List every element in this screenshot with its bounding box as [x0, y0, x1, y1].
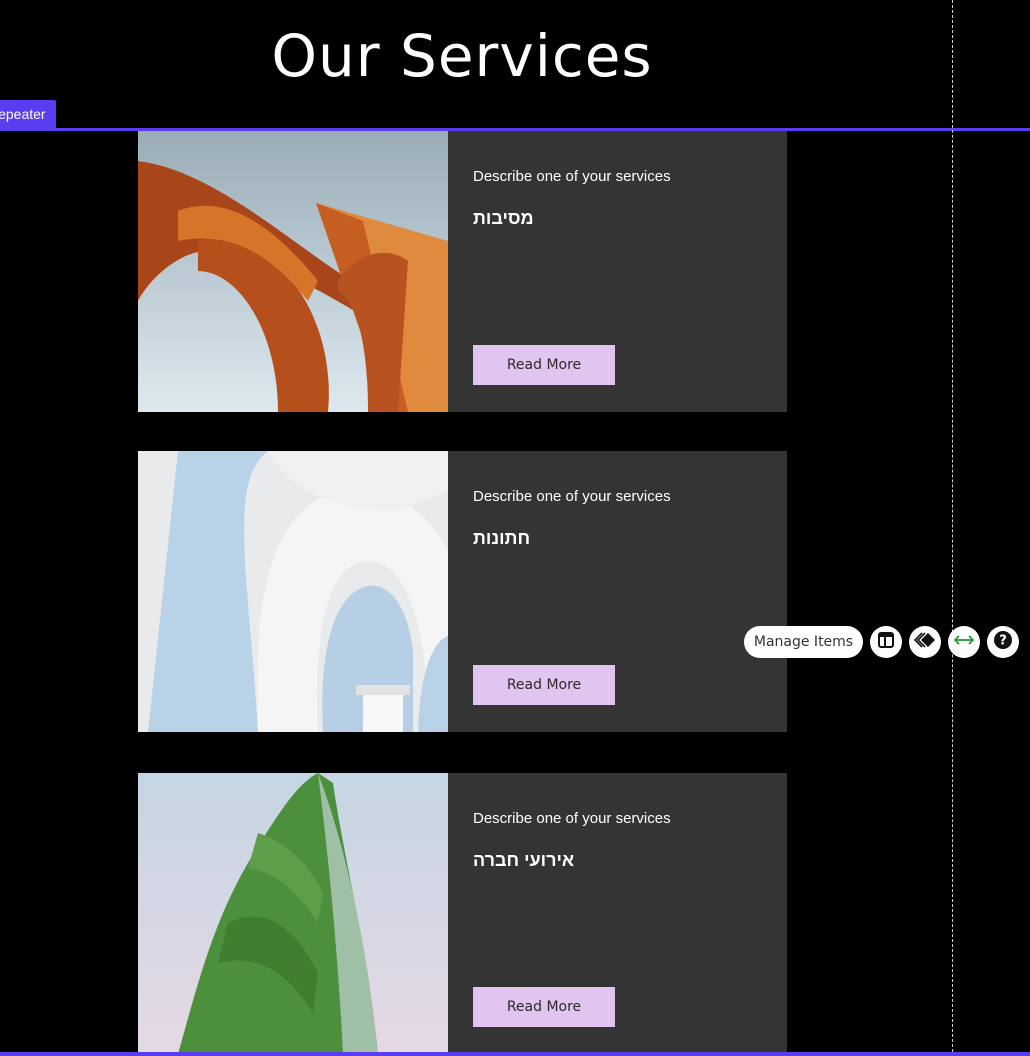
service-card[interactable]: Describe one of your services חתונות Rea…	[138, 451, 787, 732]
service-description: Describe one of your services	[473, 810, 671, 827]
service-image-green-leaf[interactable]	[138, 773, 448, 1054]
service-image-white-arches[interactable]	[138, 451, 448, 732]
read-more-button[interactable]: Read More	[473, 345, 615, 385]
service-title: מסיבות	[473, 208, 534, 228]
manage-items-button[interactable]: Manage Items	[744, 626, 863, 658]
dashed-guide-line	[952, 0, 953, 1052]
help-icon: ?	[993, 630, 1013, 655]
service-title: חתונות	[473, 528, 531, 548]
service-description: Describe one of your services	[473, 168, 671, 185]
service-card[interactable]: Describe one of your services מסיבות Rea…	[138, 131, 787, 412]
service-card[interactable]: Describe one of your services אירועי חבר…	[138, 773, 787, 1054]
layout-button[interactable]	[870, 626, 902, 658]
animation-button[interactable]	[909, 626, 941, 658]
service-description: Describe one of your services	[473, 488, 671, 505]
page-title: Our Services	[271, 22, 653, 90]
animation-icon	[913, 631, 936, 653]
repeater-selection-bottom-border	[0, 1052, 1030, 1056]
service-title: אירועי חברה	[473, 850, 575, 870]
read-more-button[interactable]: Read More	[473, 665, 615, 705]
repeater-tag[interactable]: Repeater	[0, 100, 56, 128]
svg-text:?: ?	[999, 633, 1007, 648]
stretch-icon	[953, 633, 975, 652]
read-more-button[interactable]: Read More	[473, 987, 615, 1027]
layout-icon	[877, 631, 895, 654]
stretch-button[interactable]	[948, 626, 980, 658]
service-image-orange-arch[interactable]	[138, 131, 448, 412]
help-button[interactable]: ?	[987, 626, 1019, 658]
